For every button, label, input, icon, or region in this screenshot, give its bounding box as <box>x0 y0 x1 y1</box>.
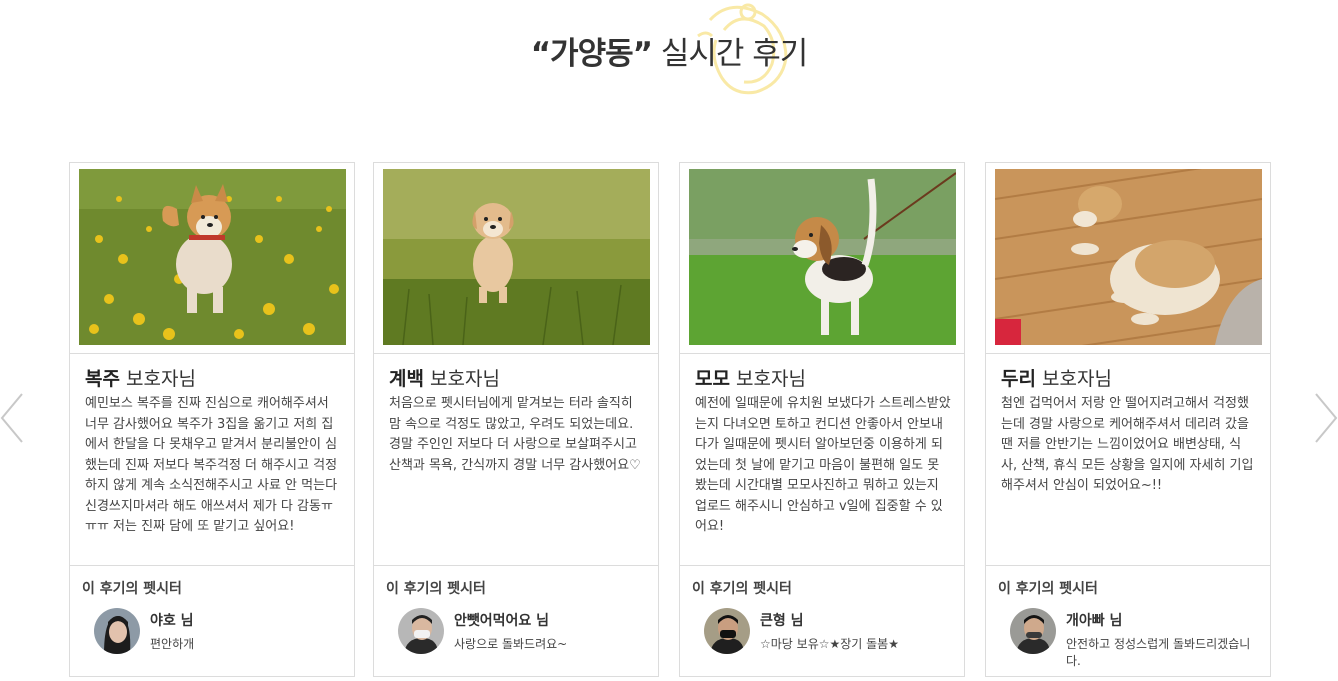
sitter-avatar[interactable] <box>398 608 444 654</box>
sitter-section: 이 후기의 펫시터 큰형 님 ☆마당 보유☆★장기 돌봄★ <box>680 565 964 677</box>
sitter-description: 사랑으로 돌봐드려요~ <box>454 637 568 651</box>
page-title-location: “가양동” <box>530 36 653 72</box>
dog-name: 복주 <box>85 368 120 390</box>
review-card[interactable]: 모모 보호자님 예전에 일때문에 유치원 보냈다가 스트레스받았는지 다녀오면 … <box>679 162 965 677</box>
sitter-section-title: 이 후기의 펫시터 <box>998 581 1098 597</box>
sitter-description: 안전하고 정성스럽게 돌봐드리겠습니다. <box>1066 637 1251 668</box>
page-title-text: 실시간 후기 <box>652 36 808 72</box>
dog-name: 모모 <box>695 368 730 390</box>
sitter-description: 편안하개 <box>150 637 195 651</box>
guardian-suffix: 보호자님 <box>1035 368 1112 390</box>
chevron-right-icon[interactable] <box>1312 392 1338 444</box>
guardian-suffix: 보호자님 <box>119 368 196 390</box>
sitter-section: 이 후기의 펫시터 야호 님 편안하개 <box>70 565 354 677</box>
sitter-section: 이 후기의 펫시터 개아빠 님 안전하고 정성스럽게 돌봐드리겠습니다. <box>986 565 1270 677</box>
guardian-suffix: 보호자님 <box>423 368 500 390</box>
chevron-left-icon[interactable] <box>0 392 26 444</box>
dog-photo <box>79 169 346 345</box>
sitter-avatar[interactable] <box>94 608 140 654</box>
dog-photo <box>689 169 956 345</box>
dog-name: 두리 <box>1001 368 1036 390</box>
sitter-name[interactable]: 야호 님 <box>150 610 194 630</box>
guardian-suffix: 보호자님 <box>729 368 806 390</box>
review-text: 예전에 일때문에 유치원 보냈다가 스트레스받았는지 다녀오면 토하고 컨디션 … <box>695 396 951 534</box>
sitter-section-title: 이 후기의 펫시터 <box>386 581 486 597</box>
review-body: 두리 보호자님 첨엔 겁먹어서 저랑 안 떨어지려고해서 걱정했는데 경말 사랑… <box>986 353 1270 565</box>
guardian-name: 복주 보호자님 <box>85 364 196 391</box>
review-body: 계백 보호자님 처음으로 펫시터님에게 맡겨보는 터라 솔직히 맘 속으로 걱정… <box>374 353 658 565</box>
review-card[interactable]: 계백 보호자님 처음으로 펫시터님에게 맡겨보는 터라 솔직히 맘 속으로 걱정… <box>373 162 659 677</box>
review-card[interactable]: 두리 보호자님 첨엔 겁먹어서 저랑 안 떨어지려고해서 걱정했는데 경말 사랑… <box>985 162 1271 677</box>
guardian-name: 두리 보호자님 <box>1001 364 1112 391</box>
sitter-name[interactable]: 안뺏어먹어요 님 <box>454 610 549 630</box>
guardian-name: 계백 보호자님 <box>389 364 500 391</box>
sitter-name[interactable]: 큰형 님 <box>760 610 804 630</box>
review-text: 예민보스 복주를 진짜 진심으로 캐어해주셔서 너무 감사했어요 복주가 3집을… <box>85 396 338 534</box>
dog-photo <box>383 169 650 345</box>
sitter-avatar[interactable] <box>704 608 750 654</box>
sitter-description: ☆마당 보유☆★장기 돌봄★ <box>760 637 899 651</box>
sitter-section-title: 이 후기의 펫시터 <box>692 581 792 597</box>
review-card[interactable]: 복주 보호자님 예민보스 복주를 진짜 진심으로 캐어해주셔서 너무 감사했어요… <box>69 162 355 677</box>
dog-name: 계백 <box>389 368 424 390</box>
review-body: 복주 보호자님 예민보스 복주를 진짜 진심으로 캐어해주셔서 너무 감사했어요… <box>70 353 354 565</box>
review-carousel: 복주 보호자님 예민보스 복주를 진짜 진심으로 캐어해주셔서 너무 감사했어요… <box>69 162 1271 678</box>
guardian-name: 모모 보호자님 <box>695 364 806 391</box>
page-title: “가양동” 실시간 후기 <box>0 28 1338 73</box>
sitter-section-title: 이 후기의 펫시터 <box>82 581 182 597</box>
review-text: 처음으로 펫시터님에게 맡겨보는 터라 솔직히 맘 속으로 걱정도 많았고, 우… <box>389 396 641 473</box>
dog-photo <box>995 169 1262 345</box>
sitter-name[interactable]: 개아빠 님 <box>1066 610 1122 630</box>
review-text: 첨엔 겁먹어서 저랑 안 떨어지려고해서 걱정했는데 경말 사랑으로 케어해주셔… <box>1001 396 1254 493</box>
sitter-avatar[interactable] <box>1010 608 1056 654</box>
review-body: 모모 보호자님 예전에 일때문에 유치원 보냈다가 스트레스받았는지 다녀오면 … <box>680 353 964 565</box>
sitter-section: 이 후기의 펫시터 안뺏어먹어요 님 사랑으로 돌봐드려요~ <box>374 565 658 677</box>
section-header: “가양동” 실시간 후기 <box>0 0 1338 100</box>
